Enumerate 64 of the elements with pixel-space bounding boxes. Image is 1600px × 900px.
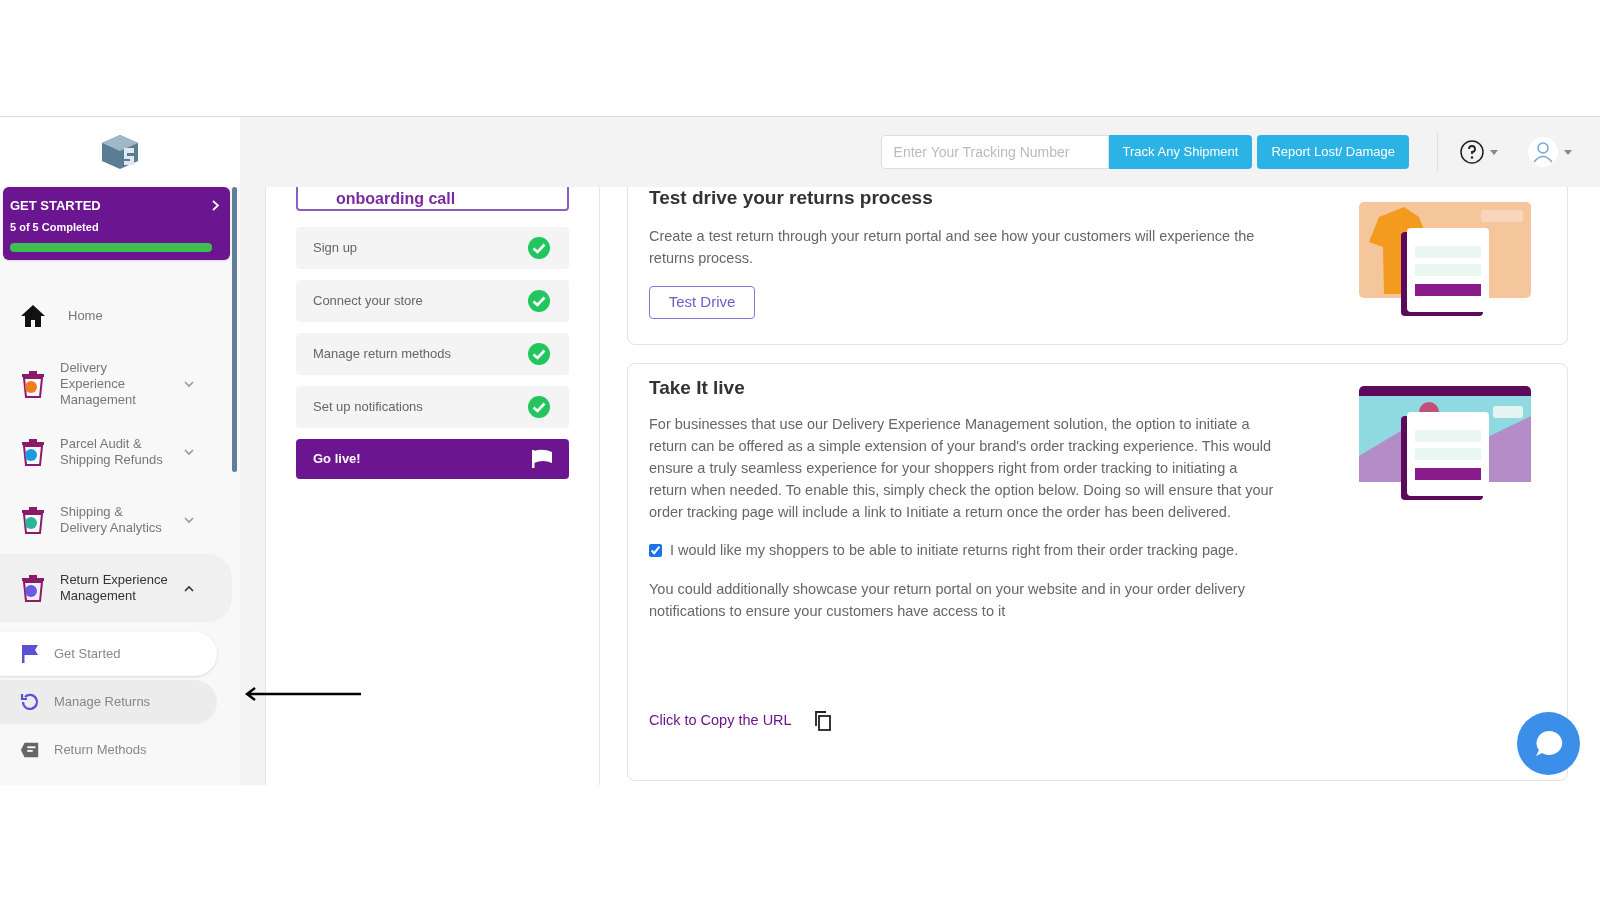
chevron-down-icon <box>184 516 194 524</box>
step-row[interactable]: Connect your store <box>296 280 569 322</box>
step-row[interactable]: Sign up <box>296 227 569 269</box>
go-live-button[interactable]: Go live! <box>296 439 569 479</box>
chevron-up-icon <box>184 584 194 592</box>
nav-item[interactable]: Parcel Audit & Shipping Refunds <box>0 418 232 486</box>
submenu-label: Return Methods <box>54 741 147 760</box>
card-title: Test drive your returns process <box>649 187 934 210</box>
help-menu[interactable] <box>1460 140 1498 164</box>
step-label: Manage return methods <box>313 345 452 364</box>
user-menu[interactable] <box>1528 137 1572 167</box>
card-text: For businesses that use our Delivery Experience Management solution, the option to initiate a return can be offered as a simple extension of your brand's order tracking experience. This would ensure a truly seamless experience for your shoppers right from order tracking to initiating a return when needed. To enable this, simply check the option below. Doing so will ensure that your order tracking page will include a link to Initiate a return once the order has been delivered. <box>649 414 1275 522</box>
copy-url-link[interactable]: Click to Copy the URL <box>649 710 792 732</box>
step-label: Sign up <box>313 239 358 258</box>
submenu-item[interactable]: Return Methods <box>0 728 217 772</box>
bin-icon <box>19 574 47 602</box>
submenu-label: Manage Returns <box>54 693 151 712</box>
card-title: Take It live <box>649 376 746 400</box>
nav-label: Parcel Audit & Shipping Refunds <box>60 436 164 468</box>
bin-icon <box>19 506 47 534</box>
progress-text: 5 of 5 Completed <box>10 219 100 235</box>
step-label: Set up notifications <box>313 398 423 417</box>
get-started-card[interactable]: GET STARTED 5 of 5 Completed <box>3 187 230 260</box>
flag-icon <box>21 644 39 664</box>
scrollbar-thumb[interactable] <box>232 187 237 472</box>
help-icon <box>1460 140 1484 164</box>
chat-icon <box>1533 729 1564 758</box>
get-started-title: GET STARTED <box>10 197 101 215</box>
nav-item[interactable]: Home <box>0 282 232 350</box>
submenu-label: Get Started <box>54 645 121 664</box>
step-label: Connect your store <box>313 292 423 311</box>
copy-icon[interactable] <box>813 711 832 732</box>
avatar-icon <box>1528 137 1558 167</box>
refresh-icon <box>20 692 40 712</box>
nav-label: Home <box>67 308 104 324</box>
submenu-item[interactable]: Get Started <box>0 632 217 676</box>
cube-logo[interactable] <box>100 134 140 170</box>
checkbox-label: I would like my shoppers to be able to initiate returns right from their order tracking page. <box>670 540 1239 560</box>
bin-icon <box>19 370 47 398</box>
caret-icon <box>1564 149 1572 155</box>
step-row[interactable]: Set up notifications <box>296 386 569 428</box>
chevron-down-icon <box>184 448 194 456</box>
chevron-right-icon <box>212 200 219 212</box>
flag-icon <box>531 449 553 469</box>
nav-item[interactable]: Return Experience Management <box>0 554 232 622</box>
onboarding-call-card[interactable]: onboarding call <box>296 187 569 211</box>
nav-label: Delivery Experience Management <box>60 360 137 408</box>
checkbox[interactable] <box>649 543 662 557</box>
bin-icon <box>19 438 47 466</box>
card-text: Create a test return through your return portal and see how your customers will experience the returns process. <box>649 226 1256 268</box>
nav-item[interactable]: Shipping & Delivery Analytics <box>0 486 232 554</box>
caret-icon <box>1490 149 1498 155</box>
note-text: You could additionally showcase your return portal on your website and in your order delivery notifications to ensure your customers have access to it <box>649 580 1246 622</box>
nav-label: Return Experience Management <box>60 572 169 604</box>
submenu-item[interactable]: Manage Returns <box>0 680 217 724</box>
tag-icon <box>20 741 40 759</box>
tracking-field[interactable]: Enter Your Tracking Number <box>880 135 1109 169</box>
home-icon <box>20 304 46 328</box>
test-drive-button[interactable]: Test Drive <box>649 285 755 319</box>
onboarding-call-title: onboarding call <box>336 190 456 208</box>
nav-item[interactable]: Delivery Experience Management <box>0 350 232 418</box>
nav-label: Shipping & Delivery Analytics <box>60 504 163 536</box>
chevron-down-icon <box>184 380 194 388</box>
step-row[interactable]: Manage return methods <box>296 333 569 375</box>
